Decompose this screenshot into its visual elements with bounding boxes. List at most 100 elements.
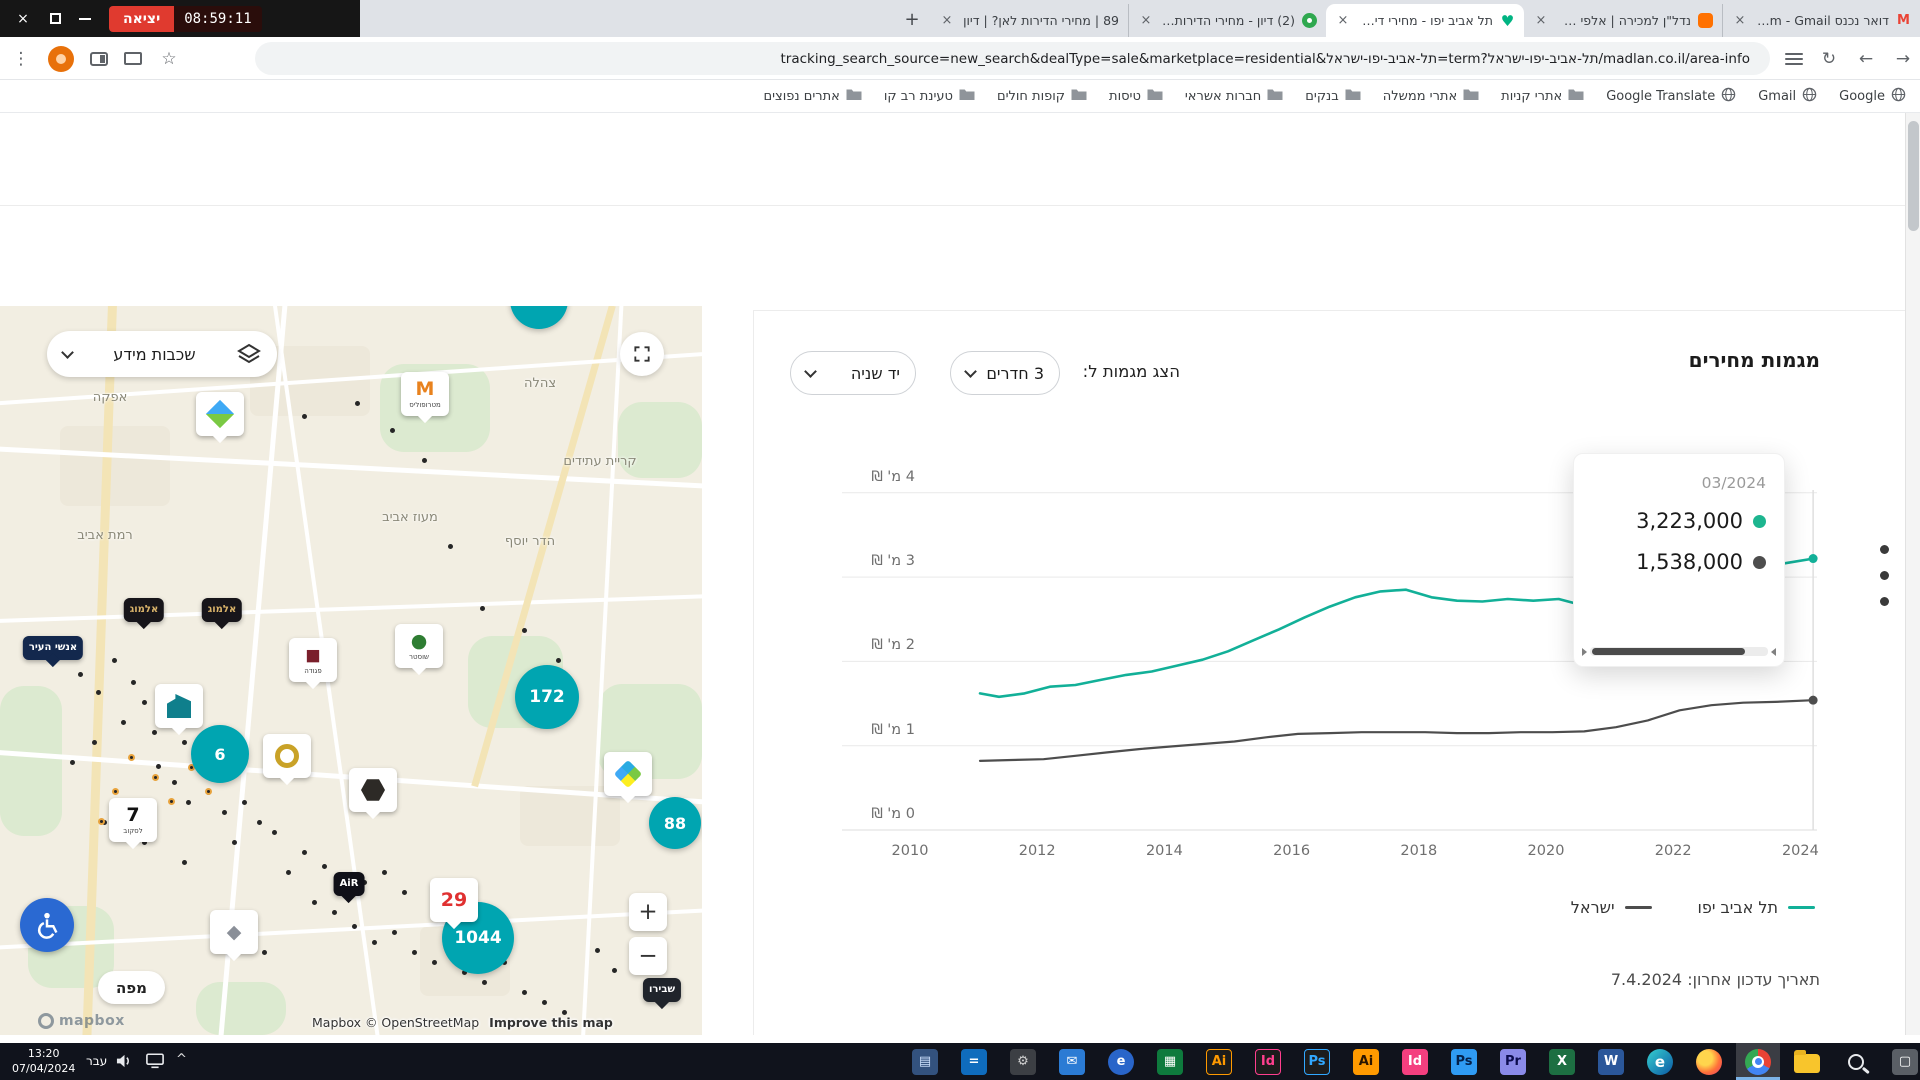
project-marker[interactable]: AiR — [334, 872, 365, 896]
volume-icon[interactable] — [116, 1053, 133, 1069]
tab-close-button[interactable]: × — [1335, 13, 1351, 28]
taskbar-app-word[interactable]: W — [1589, 1043, 1633, 1080]
project-marker[interactable]: אלמוג — [202, 598, 242, 622]
trend-filter-dropdown[interactable]: 3 חדרים — [950, 351, 1060, 395]
scroll-right-arrow-icon[interactable] — [1582, 648, 1587, 656]
taskbar-app-remote-desktop[interactable]: ▤ — [903, 1043, 947, 1080]
bookmark-item[interactable]: Google — [1839, 87, 1906, 106]
taskbar-app-settings[interactable]: ⚙ — [1001, 1043, 1045, 1080]
browser-tab[interactable]: ♥תל אביב יפו - מחירי דירות שנמ× — [1326, 4, 1524, 37]
taskbar-app-indesign-doc[interactable]: Id — [1393, 1043, 1437, 1080]
new-tab-button[interactable]: + — [898, 6, 926, 32]
bookmark-item[interactable]: בנקים — [1305, 88, 1360, 105]
taskbar-app-file-explorer[interactable] — [1785, 1043, 1829, 1080]
tab-close-button[interactable]: × — [1138, 13, 1154, 28]
scrollbar-thumb[interactable] — [1592, 648, 1745, 655]
taskbar-app-illustrator[interactable]: Ai — [1197, 1043, 1241, 1080]
tab-close-button[interactable]: × — [1533, 13, 1549, 28]
improve-map-link[interactable]: Improve this map — [489, 1015, 613, 1030]
project-marker[interactable]: אנשי העיר — [23, 636, 83, 660]
taskbar-app-store[interactable]: ▦ — [1148, 1043, 1192, 1080]
window-minimize-icon[interactable] — [79, 18, 91, 20]
taskbar-app-mail[interactable]: ✉ — [1050, 1043, 1094, 1080]
profile-avatar-icon[interactable] — [48, 46, 74, 72]
taskbar-app-photoshop-doc[interactable]: Ps — [1442, 1043, 1486, 1080]
project-marker[interactable] — [349, 768, 397, 812]
project-marker[interactable]: ●שוסטר — [395, 624, 443, 668]
bookmark-item[interactable]: אתרי קניות — [1501, 88, 1584, 105]
taskbar-app-calculator[interactable]: = — [952, 1043, 996, 1080]
project-marker[interactable]: ◆ — [210, 910, 258, 954]
scrollbar-track[interactable] — [1590, 647, 1768, 656]
back-icon[interactable]: → — [1892, 49, 1914, 69]
project-marker[interactable] — [196, 392, 244, 436]
browser-menu-icon[interactable]: ⋮ — [10, 49, 32, 69]
project-marker[interactable] — [155, 684, 203, 728]
bookmark-item[interactable]: Google Translate — [1606, 87, 1736, 106]
language-indicator[interactable]: עבר — [86, 1054, 107, 1068]
map-fullscreen-button[interactable] — [620, 332, 664, 376]
bookmark-item[interactable]: חברות אשראי — [1185, 88, 1283, 105]
browser-tab[interactable]: נדל"ן למכירה | אלפי מודעות חד× — [1524, 4, 1722, 37]
mapbox-logo[interactable]: mapbox — [38, 1013, 125, 1029]
attribution-text[interactable]: Mapbox © OpenStreetMap — [312, 1015, 479, 1030]
tune-icon[interactable] — [1785, 52, 1803, 66]
install-app-icon[interactable] — [124, 52, 142, 65]
bookmark-item[interactable]: טיסות — [1109, 88, 1163, 105]
tray-expand-icon[interactable]: ^ — [176, 1052, 187, 1067]
trend-filter-dropdown[interactable]: יד שניה — [790, 351, 916, 395]
map-toggle-button[interactable]: מפה — [98, 971, 165, 1004]
taskbar-app-internet-explorer[interactable]: e — [1099, 1043, 1143, 1080]
project-marker[interactable]: שבירו — [643, 978, 681, 1002]
browser-tab[interactable]: (2) דיון - מחירי הדירות לאן?× — [1128, 4, 1326, 37]
taskbar-app-search[interactable] — [1834, 1043, 1878, 1080]
bookmark-item[interactable]: קופות חולים — [997, 88, 1087, 105]
bookmark-item[interactable]: אתרים נפוצים — [764, 88, 862, 105]
bookmark-item[interactable]: טעינת רב קו — [884, 88, 975, 105]
window-maximize-icon[interactable] — [50, 13, 61, 24]
taskbar-app-premiere[interactable]: Pr — [1491, 1043, 1535, 1080]
listing-cluster[interactable]: 6 — [191, 725, 249, 783]
taskbar-app-illustrator-doc[interactable]: Ai — [1344, 1043, 1388, 1080]
page-scrollbar-thumb[interactable] — [1908, 121, 1919, 231]
taskbar-app-edge[interactable]: e — [1638, 1043, 1682, 1080]
legend-item[interactable]: תל אביב יפו — [1698, 898, 1815, 917]
bookmark-item[interactable]: אתרי ממשלה — [1383, 88, 1479, 105]
browser-tab[interactable]: 89 | מחירי הדירות לאן? | דיון× — [930, 4, 1128, 37]
window-close-icon[interactable]: × — [14, 11, 32, 27]
taskbar-app-indesign[interactable]: Id — [1246, 1043, 1290, 1080]
address-bar[interactable]: madlan.co.il/area-info/תל-אביב-יפו-ישראל… — [255, 42, 1770, 75]
zoom-in-button[interactable]: + — [629, 893, 667, 931]
taskbar-app-excel[interactable]: X — [1540, 1043, 1584, 1080]
taskbar-app-photoshop[interactable]: Ps — [1295, 1043, 1339, 1080]
reload-icon[interactable]: ↻ — [1818, 49, 1840, 69]
floating-widget-dots[interactable] — [1880, 545, 1889, 606]
bookmark-item[interactable]: Gmail — [1758, 87, 1817, 106]
scroll-left-arrow-icon[interactable] — [1771, 648, 1776, 656]
map-layers-button[interactable]: שכבות מידע — [47, 331, 277, 377]
forward-icon[interactable]: ← — [1855, 49, 1877, 69]
project-marker[interactable]: ◼פגודה — [289, 638, 337, 682]
tab-close-button[interactable]: × — [1732, 13, 1748, 28]
taskbar-app-firefox[interactable] — [1687, 1043, 1731, 1080]
project-marker[interactable]: אלמוג — [124, 598, 164, 622]
display-icon[interactable] — [146, 1053, 164, 1069]
side-panel-icon[interactable] — [90, 52, 108, 66]
project-marker[interactable]: Mמטרופוליס — [401, 372, 449, 416]
taskbar-app-chrome[interactable] — [1736, 1043, 1780, 1080]
legend-item[interactable]: ישראל — [1571, 898, 1652, 917]
tab-close-button[interactable]: × — [939, 13, 955, 28]
page-scrollbar[interactable] — [1905, 113, 1920, 1035]
bookmark-star-icon[interactable]: ☆ — [158, 49, 180, 69]
project-marker[interactable] — [604, 752, 652, 796]
accessibility-button[interactable] — [20, 898, 74, 952]
taskbar-clock[interactable]: 13:20 07/04/2024 — [12, 1047, 75, 1077]
map-pane[interactable]: אפקהצהלהקריית עתידיםמעוז אביברמת אביבהדר… — [0, 306, 702, 1035]
listing-cluster[interactable] — [510, 306, 568, 329]
project-marker[interactable]: 29 — [430, 878, 478, 922]
exit-button[interactable]: יציאה — [109, 6, 174, 32]
project-marker[interactable] — [263, 734, 311, 778]
listing-cluster[interactable]: 88 — [649, 797, 701, 849]
tooltip-scrollbar[interactable] — [1582, 646, 1776, 657]
browser-tab[interactable]: Mדואר נכנס gmail.com - Gmail× — [1722, 4, 1920, 37]
